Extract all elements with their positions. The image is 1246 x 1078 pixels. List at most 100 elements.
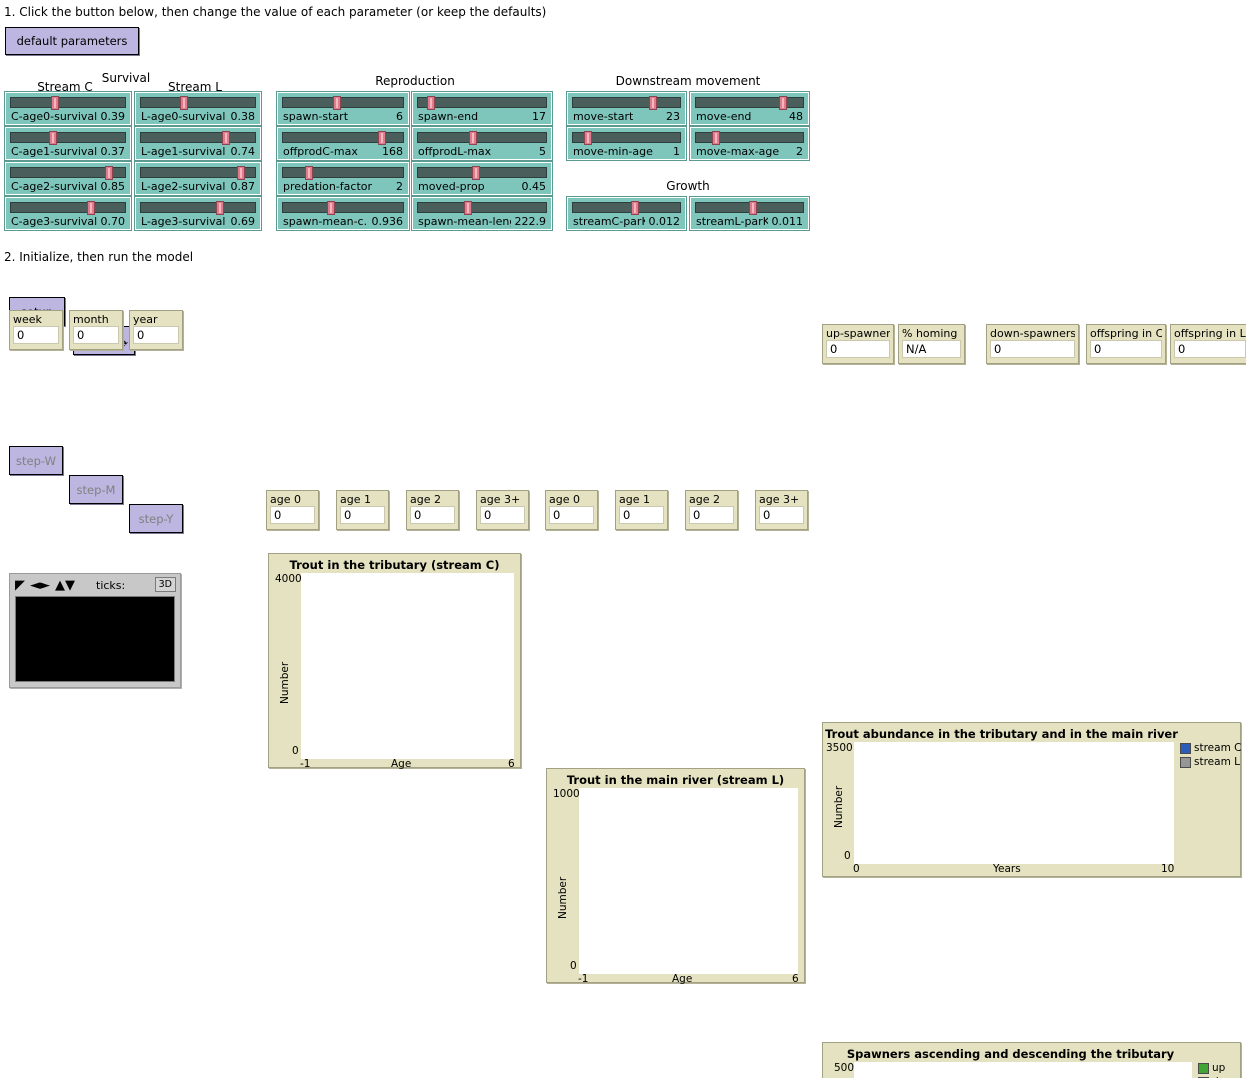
slider-spawn-end[interactable]: spawn-end17	[412, 92, 552, 125]
slider-track-wrap[interactable]	[140, 131, 256, 144]
slider-track[interactable]	[282, 202, 404, 213]
plot-canvas[interactable]	[301, 573, 514, 759]
select-mode-icon[interactable]: ◤	[15, 579, 25, 592]
slider-thumb[interactable]	[87, 201, 95, 215]
slider-thumb[interactable]	[51, 96, 59, 110]
slider-track-wrap[interactable]	[10, 201, 126, 214]
slider-thumb[interactable]	[180, 96, 188, 110]
slider-track-wrap[interactable]	[140, 166, 256, 179]
slider-track-wrap[interactable]	[417, 166, 547, 179]
slider-c-age2-survival[interactable]: C-age2-survival0.85	[5, 162, 131, 195]
slider-track[interactable]	[282, 97, 404, 108]
slider-thumb[interactable]	[305, 166, 313, 180]
slider-track-wrap[interactable]	[282, 201, 404, 214]
slider-thumb[interactable]	[222, 131, 230, 145]
slider-move-end[interactable]: move-end48	[690, 92, 809, 125]
slider-thumb[interactable]	[49, 131, 57, 145]
slider-offprodl-max[interactable]: offprodL-max5	[412, 127, 552, 160]
slider-track[interactable]	[695, 97, 804, 108]
slider-c-age3-survival[interactable]: C-age3-survival0.70	[5, 197, 131, 230]
slider-move-start[interactable]: move-start23	[567, 92, 686, 125]
slider-move-min-age[interactable]: move-min-age1	[567, 127, 686, 160]
plot-canvas[interactable]	[579, 788, 798, 974]
legend-item[interactable]: down	[1198, 1076, 1240, 1078]
slider-track-wrap[interactable]	[10, 166, 126, 179]
slider-offprodc-max[interactable]: offprodC-max168	[277, 127, 409, 160]
slider-track-wrap[interactable]	[282, 131, 404, 144]
slider-track[interactable]	[417, 167, 547, 178]
horizontal-wrap-icon[interactable]: ◄►	[30, 579, 50, 592]
slider-track-wrap[interactable]	[695, 201, 804, 214]
slider-spawn-mean-c-[interactable]: spawn-mean-c...0.936	[277, 197, 409, 230]
slider-track-wrap[interactable]	[695, 96, 804, 109]
slider-track[interactable]	[417, 202, 547, 213]
slider-l-age2-survival[interactable]: L-age2-survival0.87	[135, 162, 261, 195]
slider-thumb[interactable]	[749, 201, 757, 215]
slider-track-wrap[interactable]	[282, 166, 404, 179]
slider-thumb[interactable]	[378, 131, 386, 145]
slider-track[interactable]	[417, 132, 547, 143]
slider-thumb[interactable]	[631, 201, 639, 215]
slider-track[interactable]	[417, 97, 547, 108]
slider-thumb[interactable]	[469, 131, 477, 145]
step-week-button[interactable]: step-W	[9, 446, 63, 475]
legend-item[interactable]: stream C	[1180, 742, 1241, 754]
legend-item[interactable]: stream L	[1180, 756, 1241, 768]
slider-track-wrap[interactable]	[417, 96, 547, 109]
slider-thumb[interactable]	[472, 166, 480, 180]
slider-thumb[interactable]	[333, 96, 341, 110]
slider-spawn-mean-length[interactable]: spawn-mean-length222.9	[412, 197, 552, 230]
slider-track-wrap[interactable]	[140, 96, 256, 109]
slider-thumb[interactable]	[464, 201, 472, 215]
slider-track[interactable]	[10, 202, 126, 213]
slider-moved-prop[interactable]: moved-prop0.45	[412, 162, 552, 195]
slider-track[interactable]	[282, 167, 404, 178]
slider-move-max-age[interactable]: move-max-age2	[690, 127, 809, 160]
slider-track-wrap[interactable]	[572, 201, 681, 214]
slider-predation-factor[interactable]: predation-factor2	[277, 162, 409, 195]
vertical-wrap-icon[interactable]: ▲▼	[55, 579, 75, 592]
slider-spawn-start[interactable]: spawn-start6	[277, 92, 409, 125]
slider-track-wrap[interactable]	[140, 201, 256, 214]
plot-canvas[interactable]	[854, 742, 1174, 864]
world-view[interactable]: ◤ ◄► ▲▼ ticks: 3D	[9, 573, 181, 688]
world-canvas[interactable]	[15, 596, 175, 682]
slider-track[interactable]	[10, 132, 126, 143]
slider-track-wrap[interactable]	[10, 131, 126, 144]
slider-streamc-park[interactable]: streamC-parK0.012	[567, 197, 686, 230]
legend-item[interactable]: up	[1198, 1062, 1240, 1074]
slider-track-wrap[interactable]	[695, 131, 804, 144]
slider-track-wrap[interactable]	[10, 96, 126, 109]
slider-l-age0-survival[interactable]: L-age0-survival0.38	[135, 92, 261, 125]
plot-canvas[interactable]	[854, 1062, 1192, 1078]
slider-thumb[interactable]	[712, 131, 720, 145]
slider-track-wrap[interactable]	[282, 96, 404, 109]
slider-c-age0-survival[interactable]: C-age0-survival0.39	[5, 92, 131, 125]
slider-track[interactable]	[140, 202, 256, 213]
slider-track[interactable]	[140, 97, 256, 108]
slider-track-wrap[interactable]	[417, 131, 547, 144]
slider-track-wrap[interactable]	[417, 201, 547, 214]
step-year-button[interactable]: step-Y	[129, 504, 183, 533]
slider-thumb[interactable]	[237, 166, 245, 180]
slider-thumb[interactable]	[216, 201, 224, 215]
slider-streaml-park[interactable]: streamL-parK0.011	[690, 197, 809, 230]
default-parameters-button[interactable]: default parameters	[5, 27, 139, 55]
slider-thumb[interactable]	[649, 96, 657, 110]
slider-l-age3-survival[interactable]: L-age3-survival0.69	[135, 197, 261, 230]
slider-track-wrap[interactable]	[572, 131, 681, 144]
slider-l-age1-survival[interactable]: L-age1-survival0.74	[135, 127, 261, 160]
slider-track[interactable]	[572, 202, 681, 213]
slider-track-wrap[interactable]	[572, 96, 681, 109]
slider-thumb[interactable]	[427, 96, 435, 110]
slider-track[interactable]	[572, 97, 681, 108]
slider-c-age1-survival[interactable]: C-age1-survival0.37	[5, 127, 131, 160]
slider-thumb[interactable]	[584, 131, 592, 145]
step-month-button[interactable]: step-M	[69, 475, 123, 504]
slider-thumb[interactable]	[105, 166, 113, 180]
view-3d-button[interactable]: 3D	[155, 577, 176, 592]
slider-track[interactable]	[140, 132, 256, 143]
slider-thumb[interactable]	[779, 96, 787, 110]
slider-track[interactable]	[10, 97, 126, 108]
slider-thumb[interactable]	[327, 201, 335, 215]
